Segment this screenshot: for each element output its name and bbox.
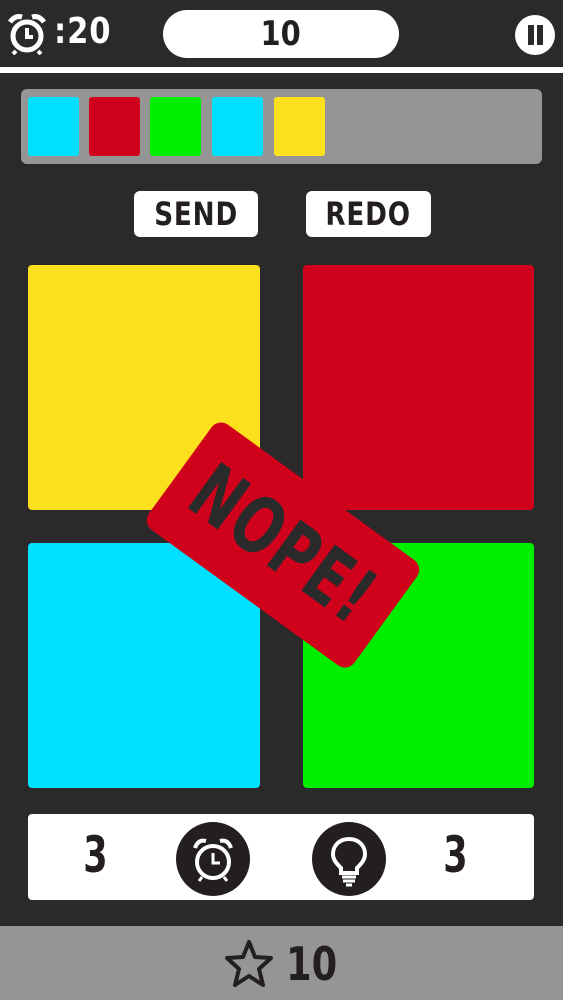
- sequence-block-4: [212, 97, 263, 156]
- top-bar: :20 10: [0, 0, 563, 66]
- lightbulb-icon: [330, 836, 368, 887]
- sequence-block-3: [150, 97, 201, 156]
- sequence-block-5: [274, 97, 325, 156]
- alarm-clock-icon: [7, 13, 47, 56]
- color-sequence-tray: [21, 89, 542, 164]
- hud-divider: [0, 67, 563, 73]
- star-icon: [225, 940, 273, 987]
- hint-powerup-count: 3: [443, 826, 468, 884]
- sequence-block-1: [28, 97, 79, 156]
- send-button[interactable]: SEND: [134, 191, 258, 237]
- send-label: SEND: [154, 195, 238, 233]
- star-count: 10: [286, 937, 338, 991]
- alarm-clock-icon: [193, 838, 233, 882]
- powerup-bar: 3 3: [28, 814, 534, 900]
- redo-label: REDO: [325, 195, 412, 233]
- redo-button[interactable]: REDO: [306, 191, 431, 237]
- red-pad[interactable]: [303, 265, 534, 510]
- time-powerup-count: 3: [83, 826, 108, 884]
- time-powerup-button[interactable]: [176, 822, 250, 896]
- score-display: 10: [163, 10, 399, 58]
- footer-bar: [0, 926, 563, 1000]
- score-value: 10: [260, 14, 302, 54]
- timer-readout: :20: [54, 11, 112, 52]
- pause-button[interactable]: [515, 15, 555, 55]
- sequence-block-2: [89, 97, 140, 156]
- hint-powerup-button[interactable]: [312, 822, 386, 896]
